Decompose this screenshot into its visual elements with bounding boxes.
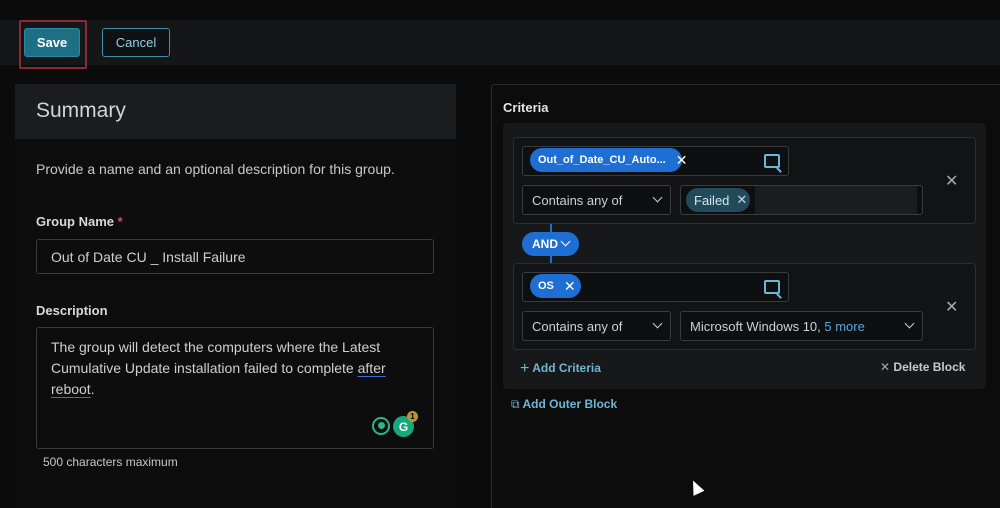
field-chip[interactable]: Out_of_Date_CU_Auto... ✕ — [530, 148, 687, 172]
chip-close-icon[interactable]: ✕ — [676, 152, 688, 169]
chevron-down-icon — [560, 236, 571, 247]
close-icon: ✕ — [880, 360, 891, 374]
close-icon[interactable]: ✕ — [945, 171, 958, 191]
add-block-icon: ⧉ — [511, 397, 520, 411]
save-button[interactable]: Save — [24, 28, 80, 57]
grammar-badge: 1 — [407, 411, 418, 422]
required-mark: * — [117, 214, 123, 229]
group-name-input[interactable]: Out of Date CU _ Install Failure — [36, 239, 434, 274]
search-field-icon[interactable] — [764, 154, 780, 168]
description-text-flagged: after — [357, 360, 386, 376]
char-limit-hint: 500 characters maximum — [43, 455, 178, 469]
cancel-button[interactable]: Cancel — [102, 28, 170, 57]
value-select[interactable]: Microsoft Windows 10, 5 more — [680, 311, 923, 341]
description-label: Description — [36, 303, 108, 318]
summary-title: Summary — [36, 99, 126, 122]
add-outer-block-link[interactable]: ⧉ Add Outer Block — [511, 397, 617, 412]
chevron-down-icon — [904, 318, 915, 329]
chevron-down-icon — [652, 318, 663, 329]
value-chip[interactable]: Failed ✕ — [686, 188, 750, 212]
more-values-link[interactable]: 5 more — [824, 319, 864, 334]
group-name-label: Group Name * — [36, 214, 123, 229]
operator-select[interactable]: Contains any of — [522, 311, 671, 341]
description-text: . — [90, 381, 95, 397]
lightbulb-icon[interactable] — [372, 417, 390, 435]
plus-icon: + — [520, 360, 530, 377]
description-text-flagged: reboot — [51, 381, 91, 397]
chip-close-icon[interactable]: ✕ — [564, 278, 576, 295]
operator-select[interactable]: Contains any of — [522, 185, 671, 215]
chevron-down-icon — [652, 192, 663, 203]
summary-description: Provide a name and an optional descripti… — [36, 161, 395, 177]
delete-block-button[interactable]: ✕ Delete Block — [880, 360, 965, 374]
search-field-icon[interactable] — [764, 280, 780, 294]
description-text: The group will detect the computers wher… — [51, 339, 381, 376]
close-icon[interactable]: ✕ — [945, 297, 958, 317]
field-chip[interactable]: OS ✕ — [530, 274, 581, 298]
value-input-area[interactable] — [755, 186, 917, 214]
chip-close-icon[interactable]: ✕ — [736, 192, 747, 208]
criteria-label: Criteria — [503, 100, 549, 115]
conjunction-toggle[interactable]: AND — [522, 232, 579, 256]
top-strip — [0, 0, 1000, 20]
add-criteria-link[interactable]: + Add Criteria — [520, 359, 601, 377]
